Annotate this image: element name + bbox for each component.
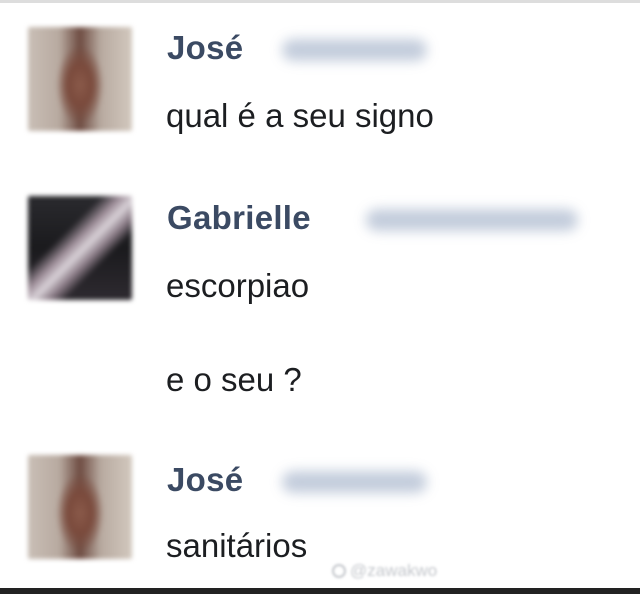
blurred-surname	[282, 39, 427, 61]
message-text: e o seu ?	[166, 361, 302, 398]
message-text: escorpiao	[166, 267, 310, 304]
avatar[interactable]	[28, 196, 132, 300]
sender-name[interactable]: José	[167, 29, 243, 67]
tiktok-logo-icon	[332, 564, 346, 578]
chat-thread: José qual é a seu signo Gabrielle escorp…	[0, 0, 640, 594]
message-text: qual é a seu signo	[166, 97, 434, 134]
watermark: @zawakwo	[332, 561, 437, 581]
blurred-surname	[282, 471, 427, 493]
sender-name[interactable]: Gabrielle	[167, 199, 311, 237]
message-text: sanitários	[166, 527, 308, 564]
avatar[interactable]	[28, 27, 132, 131]
bottom-edge	[0, 588, 640, 594]
sender-name[interactable]: José	[167, 461, 243, 499]
blurred-surname	[366, 209, 578, 231]
watermark-text: @zawakwo	[350, 561, 438, 580]
avatar[interactable]	[28, 455, 132, 559]
